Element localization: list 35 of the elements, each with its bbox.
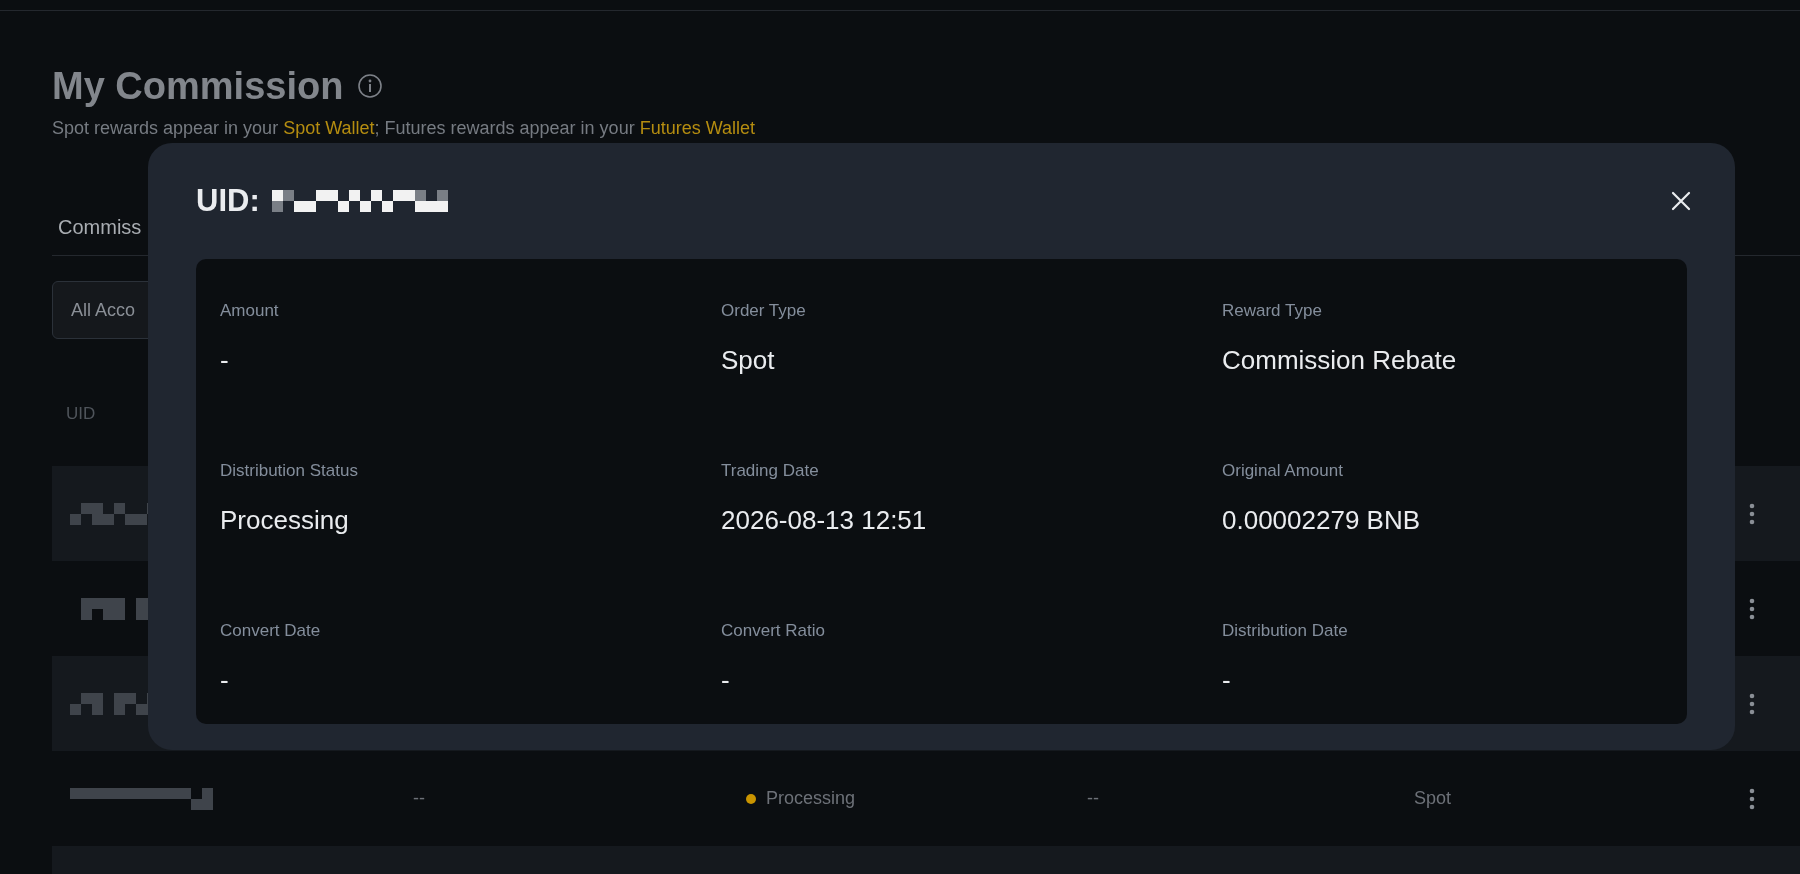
page-title: My Commission [52, 64, 344, 109]
field-label: Trading Date [721, 460, 820, 482]
dialog-title: UID: [196, 183, 260, 219]
more-icon [1749, 692, 1755, 715]
field-value: - [220, 344, 230, 376]
field-value: - [220, 664, 230, 696]
field-value: - [721, 664, 731, 696]
status-text: Processing [766, 788, 856, 809]
more-icon [1749, 787, 1755, 810]
info-icon [357, 73, 384, 99]
field-value: Commission Rebate [1222, 344, 1458, 376]
field-label: Order Type [721, 300, 807, 322]
field-label: Distribution Status [220, 460, 359, 482]
field-label: Distribution Date [1222, 620, 1349, 642]
wallet-link[interactable]: Spot Wallet [283, 118, 375, 138]
table-cell-text: -- [413, 788, 426, 809]
field-value: Processing [220, 504, 350, 536]
field-label: Original Amount [1222, 460, 1344, 482]
more-icon [1749, 597, 1755, 620]
table-cell-text: -- [1087, 788, 1100, 809]
field-label: Convert Date [220, 620, 322, 642]
table-cell-text: Spot [1414, 788, 1453, 809]
field-value: - [1222, 664, 1232, 696]
wallet-link[interactable]: Futures Wallet [639, 118, 755, 138]
field-value: 2026-08-13 12:51 [721, 504, 928, 536]
close-icon [1671, 191, 1691, 211]
field-label: Amount [220, 300, 280, 322]
subtitle-text: Spot rewards appear in your Spot Wallet; Futures rewards appear in your Futures Wallet [52, 117, 756, 140]
field-label: Reward Type [1222, 300, 1323, 322]
tab[interactable]: Commiss [52, 216, 142, 239]
field-value: Spot [721, 344, 776, 376]
field-value: 0.00002279 BNB [1222, 504, 1422, 536]
more-icon [1749, 502, 1755, 525]
column-header: UID [66, 404, 96, 424]
field-label: Convert Ratio [721, 620, 826, 642]
